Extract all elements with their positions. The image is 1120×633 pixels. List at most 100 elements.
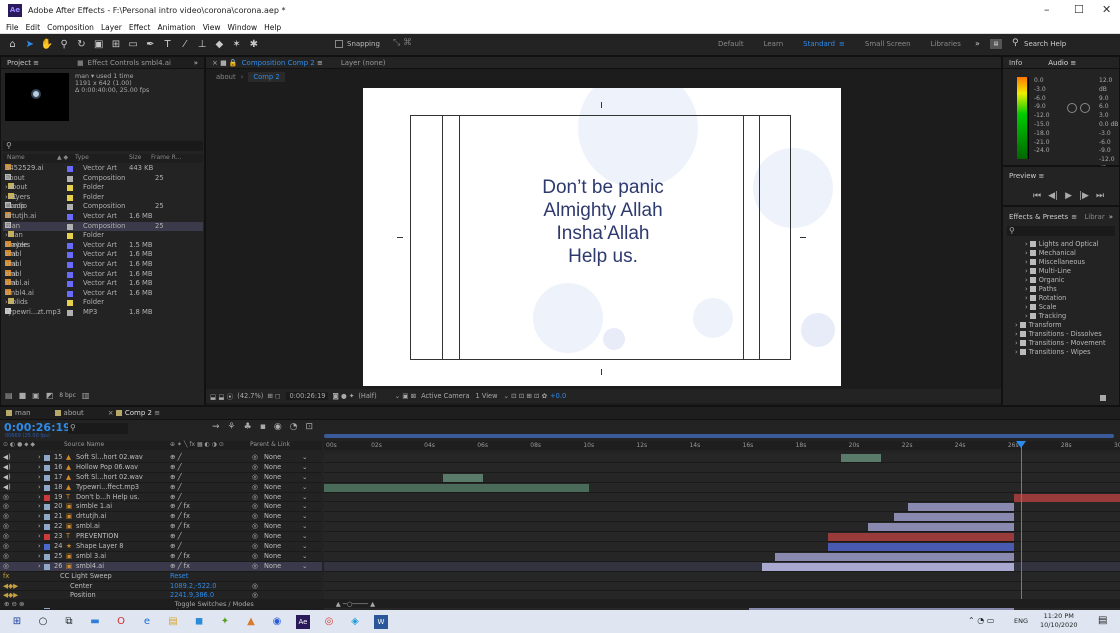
opera-icon[interactable]: O [114, 615, 128, 629]
layer-switches-icon[interactable]: ⊕ ╱ [170, 483, 182, 493]
layer-switches-icon[interactable]: ⊕ ╱ [170, 463, 182, 473]
parent-dropdown-chevron-icon[interactable]: ⌄ [302, 512, 308, 522]
layer-row[interactable]: ◎ › 22 ▣ smbl.ai ⊕ ╱ fx ◎ None ⌄ [0, 522, 322, 533]
windows-start-icon[interactable]: ⊞ [10, 615, 24, 629]
graph-editor-toggle-icon[interactable]: ⊡ [306, 422, 314, 432]
menu-layer[interactable]: Layer [101, 23, 122, 32]
expand-layer-chevron-icon[interactable]: › [38, 562, 41, 572]
layer-switches-icon[interactable]: ⊕ ╱ fx [170, 522, 190, 532]
camera-dropdown[interactable]: Active Camera [421, 392, 469, 400]
layer-name[interactable]: Typewri...ffect.mp3 [76, 483, 139, 493]
rectangle-tool-icon[interactable]: ▭ [127, 38, 140, 51]
layer-switches-icon[interactable]: ⊕ ╱ fx [170, 562, 190, 572]
motion-blur-icon[interactable]: ◉ [274, 422, 282, 432]
view-options-icon[interactable]: ⌄ ⊡ ⊡ ⊞ ⊡ ✿ [503, 392, 547, 400]
layer-duration-bar[interactable] [894, 513, 1014, 522]
project-item[interactable]: 3452529.ai Vector Art 443 KB [3, 164, 203, 174]
search-help-input[interactable]: Search Help [1024, 40, 1066, 48]
project-item[interactable]: drtutjh.ai Vector Art 1.6 MB [3, 211, 203, 222]
vlc-icon[interactable]: ▲ [244, 615, 258, 629]
layer-label-color-icon[interactable] [44, 524, 50, 531]
project-item[interactable]: smbl 5.ai Vector Art 1.6 MB [3, 269, 203, 287]
av-switches-icon[interactable]: ⊙ ◐ ● ⬥ ◆ [3, 441, 35, 449]
layer-row[interactable]: ◎ › 25 ▣ smbl 3.ai ⊕ ╱ fx ◎ None ⌄ [0, 552, 322, 562]
parent-dropdown-chevron-icon[interactable]: ⌄ [302, 502, 308, 512]
roto-brush-tool-icon[interactable]: ✶ [230, 38, 243, 51]
parent-pickwhip-icon[interactable]: ◎ [252, 463, 258, 473]
parent-dropdown[interactable]: None [264, 502, 281, 512]
comp-mini-flowchart-icon[interactable]: ⇝ [212, 422, 220, 432]
layer-name[interactable]: drtutjh.ai [76, 512, 106, 522]
audio-knob-right[interactable] [1080, 103, 1090, 113]
layer-label-color-icon[interactable] [44, 553, 50, 560]
parent-dropdown-chevron-icon[interactable]: ⌄ [302, 483, 308, 493]
layer-name[interactable]: simble 1.ai [76, 502, 112, 512]
type-tool-icon[interactable]: T [161, 38, 174, 51]
pan-behind-tool-icon[interactable]: ⊞ [109, 38, 122, 51]
parent-dropdown-chevron-icon[interactable]: ⌄ [302, 453, 308, 463]
layer-duration-bar[interactable] [324, 483, 590, 492]
layer-label-color-icon[interactable] [44, 504, 50, 511]
visibility-eye-icon[interactable]: ◎ [3, 522, 9, 532]
app-icon[interactable]: ◉ [270, 615, 284, 629]
workspace-menu-icon[interactable]: ≡ [839, 40, 845, 48]
rotate-tool-icon[interactable]: ↻ [75, 38, 88, 51]
workspace-libraries[interactable]: Libraries [931, 40, 961, 48]
layer-row[interactable]: ◎ › 21 ▣ drtutjh.ai ⊕ ╱ fx ◎ None ⌄ [0, 512, 322, 523]
close-icon[interactable]: ✕ [1102, 3, 1111, 16]
workspace-small-screen[interactable]: Small Screen [865, 40, 911, 48]
layer-name[interactable]: smbl 3.ai [76, 552, 106, 562]
layer-switches-icon[interactable]: ⊕ ╱ [170, 493, 182, 503]
first-frame-icon[interactable]: ⏮ [1033, 191, 1041, 201]
layer-switches-icon[interactable]: ⊕ ╱ fx [170, 512, 190, 522]
roi-icon[interactable]: ⌄ ▣ ⊠ [395, 392, 416, 400]
resolution-dropdown[interactable]: (Half) [358, 392, 376, 400]
delete-icon[interactable]: ▥ [82, 391, 90, 400]
parent-pickwhip-icon[interactable]: ◎ [252, 562, 258, 572]
layer-duration-bar[interactable] [775, 552, 1014, 561]
layer-duration-bar[interactable] [907, 503, 1014, 512]
expand-layer-chevron-icon[interactable]: › [38, 463, 41, 473]
col-parent-link[interactable]: Parent & Link [250, 441, 290, 448]
notifications-icon[interactable]: ▤ [1098, 615, 1107, 626]
zoom-slider-icon[interactable]: ▲ ─○──── ▲ [336, 600, 375, 608]
timeline-search-input[interactable]: ⚲ [68, 423, 128, 434]
magnification-dropdown[interactable]: (42.7%) [237, 392, 263, 400]
workspace-overflow-icon[interactable]: » [975, 39, 980, 48]
effect-category[interactable]: › Miscellaneous [1003, 258, 1119, 267]
expand-layer-chevron-icon[interactable]: › [38, 512, 41, 522]
layer-switches-icon[interactable]: ⊕ ✶ ╲ fx ▦ ◐ ◑ ⊙ [170, 441, 224, 448]
project-item[interactable]: smbl 2.ai Vector Art 1.6 MB [3, 250, 203, 268]
panel-resize-icon[interactable] [1100, 395, 1106, 401]
parent-pickwhip-icon[interactable]: ◎ [252, 453, 258, 463]
parent-dropdown[interactable]: None [264, 562, 281, 572]
layer-row[interactable]: ◀) › 18 ▲ Typewri...ffect.mp3 ⊕ ╱ ◎ None ⌄ [0, 483, 322, 493]
expand-layer-chevron-icon[interactable]: › [38, 473, 41, 483]
visibility-eye-icon[interactable]: ◀) [3, 483, 11, 493]
eraser-tool-icon[interactable]: ◆ [213, 38, 226, 51]
effect-category[interactable]: › Transitions - Wipes [1003, 348, 1119, 357]
language-indicator[interactable]: ENG [1014, 617, 1028, 625]
effect-property-row[interactable]: ◀◆▶ Center 1089.2,-522.0 ◎ [0, 581, 322, 592]
shy-layers-icon[interactable]: ♣ [244, 422, 252, 432]
playhead[interactable] [1021, 441, 1022, 603]
effect-category[interactable]: › Transitions - Dissolves [1003, 330, 1119, 339]
current-time-display[interactable]: 0:00:26:19 [286, 392, 329, 400]
draft-3d-icon[interactable]: ⚘ [228, 422, 236, 432]
zoom-tool-icon[interactable]: ⚲ [58, 38, 71, 51]
bpc-label[interactable]: 8 bpc [59, 392, 76, 399]
project-item[interactable]: Typewri...zt.mp3 MP3 1.8 MB [3, 307, 203, 318]
snapshot-icon[interactable]: ◙ ● ✦ [332, 392, 354, 400]
effect-category[interactable]: › Tracking [1003, 312, 1119, 321]
expand-layer-chevron-icon[interactable]: › [38, 493, 41, 503]
visibility-eye-icon[interactable]: ◎ [3, 502, 9, 512]
parent-dropdown[interactable]: None [264, 552, 281, 562]
parent-dropdown-chevron-icon[interactable]: ⌄ [302, 522, 308, 532]
project-item[interactable]: › about Layers Folder [3, 183, 203, 201]
parent-dropdown[interactable]: None [264, 493, 281, 503]
project-item[interactable]: about Composition 25 [3, 173, 203, 184]
edge-icon[interactable]: e [140, 615, 154, 629]
word-icon[interactable]: W [374, 614, 388, 629]
expand-layer-chevron-icon[interactable]: › [38, 522, 41, 532]
layer-name[interactable]: PREVENTION [76, 532, 118, 542]
